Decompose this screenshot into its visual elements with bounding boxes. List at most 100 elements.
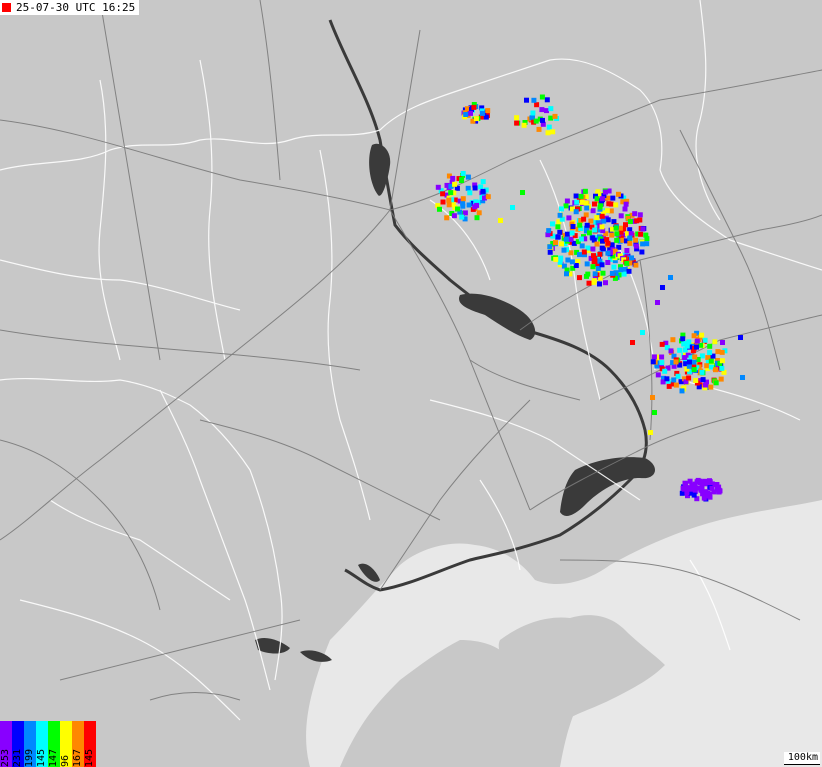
lightning-strike xyxy=(557,229,563,235)
legend-count: 167 xyxy=(72,748,83,767)
lightning-strike xyxy=(686,363,692,369)
lightning-strike xyxy=(592,271,598,277)
lightning-strike xyxy=(704,363,710,369)
lightning-strike xyxy=(539,94,545,100)
lightning-strike xyxy=(719,358,725,364)
lightning-strike xyxy=(650,395,655,400)
lightning-strike xyxy=(530,110,536,116)
lightning-strike xyxy=(711,489,717,495)
lightning-strike xyxy=(467,190,473,196)
lightning-strike xyxy=(550,221,555,227)
lightning-strike xyxy=(702,478,708,484)
lightning-strike xyxy=(627,219,633,224)
legend-item: 96 xyxy=(60,721,72,767)
lightning-strike xyxy=(548,106,554,112)
lightning-strike xyxy=(614,237,620,243)
lightning-strike xyxy=(553,240,558,246)
lightning-strike xyxy=(534,102,540,108)
lightning-strike xyxy=(707,492,712,498)
lightning-strike xyxy=(550,129,556,135)
lightning-strike xyxy=(716,487,722,493)
lightning-strike xyxy=(579,243,585,249)
lightning-strike xyxy=(473,116,479,122)
lightning-strike xyxy=(597,251,603,257)
lightning-strike xyxy=(626,268,632,274)
lightning-strike xyxy=(618,213,624,219)
lightning-strike xyxy=(666,383,672,389)
lightning-strike xyxy=(599,224,605,230)
lightning-strike xyxy=(599,213,605,219)
lightning-strike xyxy=(437,206,442,212)
lightning-strike xyxy=(586,280,592,286)
lightning-strike xyxy=(465,185,471,191)
lightning-strike xyxy=(558,255,564,261)
lightning-strike xyxy=(460,171,466,176)
lightning-strike xyxy=(691,492,697,498)
lightning-strike xyxy=(476,210,482,216)
legend-count: 199 xyxy=(24,748,35,767)
lightning-strike xyxy=(466,202,472,208)
legend-item: 145 xyxy=(36,721,48,767)
lightning-strike xyxy=(673,382,679,388)
lightning-strike xyxy=(683,481,689,487)
lightning-strike xyxy=(691,333,697,339)
lightning-strike xyxy=(561,247,567,253)
lightning-strike xyxy=(450,175,456,181)
lightning-strike xyxy=(603,280,608,286)
lightning-strike xyxy=(668,275,673,280)
lightning-strike xyxy=(459,214,465,220)
lightning-strike xyxy=(460,203,466,209)
lightning-strike xyxy=(687,478,693,484)
lightning-strike xyxy=(613,225,619,231)
lightning-strike xyxy=(679,388,685,394)
lightning-strike xyxy=(472,204,478,210)
lightning-strike xyxy=(630,340,635,345)
scale-bar: 100km xyxy=(784,752,820,765)
lightning-strike xyxy=(590,246,596,252)
lightning-strike xyxy=(693,378,699,383)
lightning-strike xyxy=(592,227,598,233)
lightning-strike xyxy=(624,248,630,253)
lightning-strike xyxy=(594,241,600,247)
lightning-strike xyxy=(577,252,582,258)
lightning-strike xyxy=(700,491,706,497)
lightning-strike xyxy=(548,115,554,121)
lightning-strike xyxy=(480,188,486,194)
lightning-strike xyxy=(510,205,515,210)
lightning-strike xyxy=(605,250,611,256)
legend-count: 145 xyxy=(84,748,95,767)
lightning-strike xyxy=(719,349,725,355)
lightning-strike xyxy=(599,245,605,251)
lightning-strike xyxy=(699,332,705,338)
lightning-strike xyxy=(590,264,596,270)
lightning-strike xyxy=(546,228,552,234)
lightning-map[interactable] xyxy=(0,0,822,767)
lightning-strike xyxy=(563,236,569,242)
lightning-strike xyxy=(637,212,643,218)
strike-age-legend: 253 231 199 145 147 96 167 145 xyxy=(0,721,96,767)
lightning-strike xyxy=(592,201,597,207)
lightning-strike xyxy=(559,241,564,247)
lightning-strike xyxy=(590,208,596,214)
lightning-strike xyxy=(694,338,700,344)
lightning-strike xyxy=(719,365,725,371)
timestamp-text: 25-07-30 UTC 16:25 xyxy=(16,1,136,14)
lightning-strike xyxy=(474,215,480,221)
scale-label: 100km xyxy=(787,752,818,763)
lightning-strike xyxy=(600,270,606,276)
lightning-strike xyxy=(585,271,591,277)
legend-count: 145 xyxy=(36,748,47,767)
lightning-strike xyxy=(703,382,708,388)
lightning-strike xyxy=(479,110,485,116)
lightning-strike xyxy=(557,212,563,218)
lightning-strike xyxy=(713,380,719,386)
lightning-strike xyxy=(577,275,582,281)
lightning-strike xyxy=(692,354,698,360)
lightning-strike xyxy=(463,112,469,117)
lightning-strike xyxy=(609,270,615,276)
lightning-strike xyxy=(720,340,725,345)
strike-marker-icon xyxy=(2,3,11,12)
lightning-strike xyxy=(673,359,679,365)
lightning-strike xyxy=(640,330,645,335)
lightning-strike xyxy=(682,355,688,361)
